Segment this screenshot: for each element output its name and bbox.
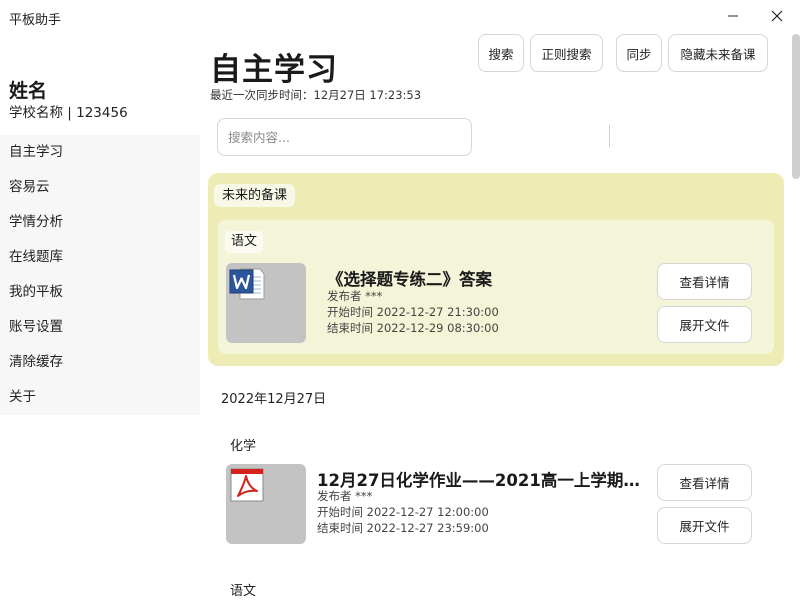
close-icon	[771, 10, 783, 22]
future-lessons-label: 未来的备课	[214, 184, 296, 207]
user-school-info: 学校名称 | 123456	[9, 105, 128, 121]
sidebar-item-learning-analysis[interactable]: 学情分析	[0, 205, 200, 240]
subject-label: 语文	[225, 231, 264, 253]
app-window: 平板助手 姓名 学校名称 | 123456 自主学习 容易云 学情分析 在线题库…	[0, 0, 800, 600]
sidebar-item-question-bank[interactable]: 在线题库	[0, 240, 200, 275]
view-details-button[interactable]: 查看详情	[657, 464, 752, 501]
sidebar-item-about[interactable]: 关于	[0, 380, 200, 415]
sidebar-item-self-study[interactable]: 自主学习	[0, 135, 200, 170]
future-lesson-card: 语文 《选择题专练二》答案 发布者 *** 开始时间 2022-12-27 21…	[218, 220, 774, 354]
main-content: 自主学习 最近一次同步时间：12月27日 17:23:53 搜索 正则搜索 同步…	[200, 34, 792, 600]
subject-label: 语文	[230, 584, 257, 599]
word-icon	[229, 268, 265, 300]
minimize-icon	[728, 15, 738, 17]
item-publisher: 发布者 ***	[317, 489, 373, 503]
item-start-time: 开始时间 2022-12-27 21:30:00	[327, 305, 499, 319]
future-lessons-panel: 未来的备课 语文 《选择题专练二》答案 发布者 *** 开始时间 2022-12…	[208, 173, 784, 366]
file-thumbnail[interactable]	[226, 464, 306, 544]
hide-future-button[interactable]: 隐藏未来备课	[668, 34, 768, 72]
item-end-time: 结束时间 2022-12-29 08:30:00	[327, 321, 499, 335]
expand-files-button[interactable]: 展开文件	[657, 306, 752, 343]
last-sync-time: 最近一次同步时间：12月27日 17:23:53	[210, 88, 422, 102]
item-start-time: 开始时间 2022-12-27 12:00:00	[317, 505, 489, 519]
sidebar-item-account-settings[interactable]: 账号设置	[0, 310, 200, 345]
close-button[interactable]	[754, 0, 800, 32]
expand-files-button[interactable]: 展开文件	[657, 507, 752, 544]
sidebar-item-rongyi-cloud[interactable]: 容易云	[0, 170, 200, 205]
item-title: 《选择题专练二》答案	[327, 270, 492, 289]
toolbar-divider	[609, 125, 610, 147]
lesson-card: 化学 12月27日化学作业——2021高一上学期期末 发布者 *** 开始时间 …	[218, 426, 778, 556]
item-publisher: 发布者 ***	[327, 289, 383, 303]
file-thumbnail[interactable]	[226, 263, 306, 343]
sidebar-item-clear-cache[interactable]: 清除缓存	[0, 345, 200, 380]
user-name: 姓名	[9, 80, 48, 102]
app-title: 平板助手	[9, 13, 62, 28]
view-details-button[interactable]: 查看详情	[657, 263, 752, 300]
item-end-time: 结束时间 2022-12-27 23:59:00	[317, 521, 489, 535]
sidebar-item-my-tablet[interactable]: 我的平板	[0, 275, 200, 310]
main-scrollbar[interactable]	[792, 34, 800, 600]
minimize-button[interactable]	[710, 0, 756, 32]
search-button[interactable]: 搜索	[478, 34, 524, 72]
sidebar-nav: 自主学习 容易云 学情分析 在线题库 我的平板 账号设置 清除缓存 关于	[0, 135, 200, 415]
pdf-icon	[230, 468, 264, 502]
scrollbar-thumb[interactable]	[792, 34, 800, 179]
sync-button[interactable]: 同步	[616, 34, 662, 72]
subject-label: 化学	[230, 439, 257, 454]
date-heading: 2022年12月27日	[221, 392, 327, 407]
search-input[interactable]	[217, 118, 472, 156]
title-bar: 平板助手	[0, 0, 800, 34]
sidebar: 姓名 学校名称 | 123456 自主学习 容易云 学情分析 在线题库 我的平板…	[0, 34, 200, 600]
page-title: 自主学习	[210, 52, 338, 88]
regex-search-button[interactable]: 正则搜索	[530, 34, 603, 72]
